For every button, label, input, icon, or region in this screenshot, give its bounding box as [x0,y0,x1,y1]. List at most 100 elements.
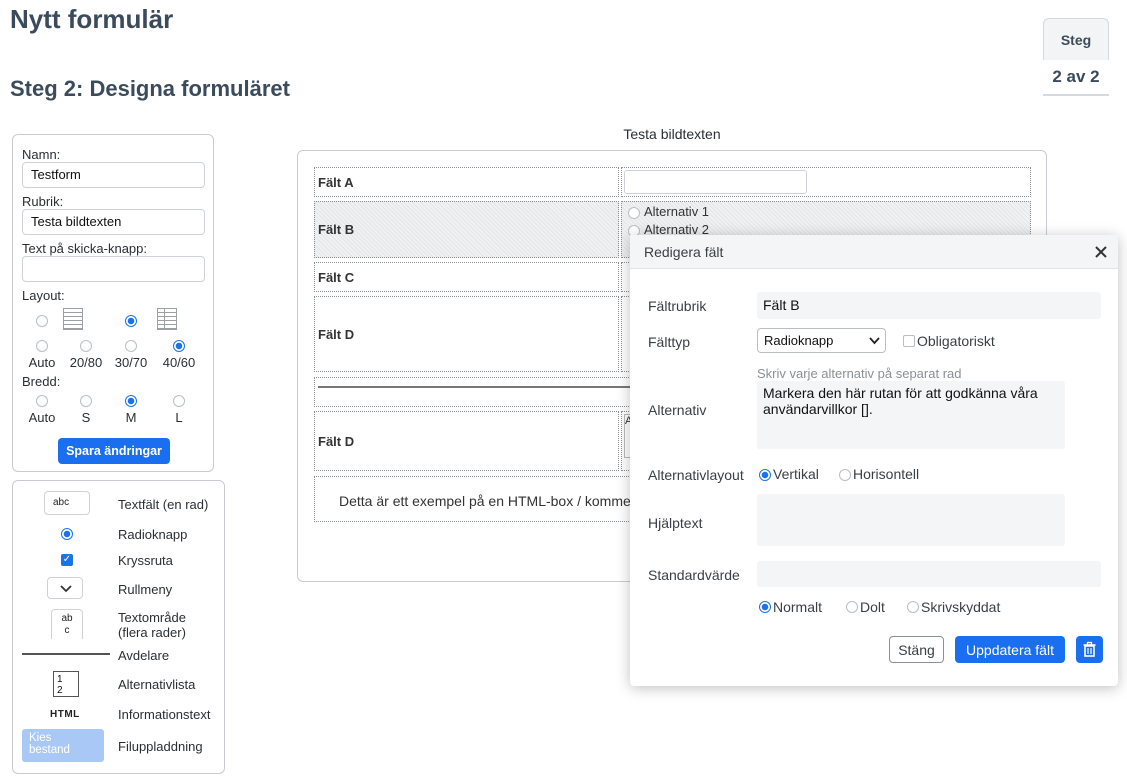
width-option-l: L [175,410,183,425]
list-sample-2: 2 [57,685,63,696]
trash-icon [1083,641,1096,657]
submit-text-label: Text på skicka-knapp: [22,241,148,256]
palette-item-file-upload[interactable]: Filuppladdning [118,739,203,754]
textarea-sample-line-1: ab [61,613,73,624]
save-changes-button[interactable]: Spara ändringar [58,438,170,464]
options-textarea[interactable]: Markera den här rutan för att godkänna v… [757,381,1065,449]
preview-field-a-cell [621,167,1031,197]
preview-b-option-1: Alternativ 1 [644,204,710,219]
preview-caption: Testa bildtexten [623,126,721,142]
layout-preview-radio-2[interactable] [125,315,137,327]
chevron-down-icon [60,585,72,593]
palette-item-info-text[interactable]: Informationstext [118,707,211,722]
html-icon[interactable]: HTML [50,709,80,720]
textarea-label-line-1: Textområde [118,610,186,625]
option-layout-label: Alternativlayout [648,467,744,483]
field-type-select[interactable]: Radioknapp [757,328,886,353]
layout-preview-radio-1[interactable] [36,315,48,327]
textarea-label-line-2: (flera rader) [118,625,186,640]
mode-radio-hidden[interactable] [846,601,858,613]
option-layout-vertical: Vertikal [773,466,819,482]
layout-radio-auto[interactable] [36,340,48,352]
palette-item-textarea[interactable]: Textområde (flera rader) [118,610,186,640]
option-layout-radio-vertical[interactable] [759,469,771,481]
textfield-icon[interactable]: abc [44,491,90,515]
options-hint: Skriv varje alternativ på separat rad [757,366,962,381]
help-text-textarea[interactable] [757,494,1065,546]
layout-option-40-60: 40/60 [162,355,196,370]
select-sample[interactable] [47,577,83,599]
width-option-m: M [125,410,137,425]
preview-field-a-input[interactable] [624,170,807,194]
upload-icon[interactable]: Kies bestand [22,729,104,762]
chevron-down-icon [869,337,880,345]
palette-item-checkbox[interactable]: Kryssruta [118,553,173,568]
divider-icon[interactable] [22,653,110,655]
default-value-label: Standardvärde [648,567,740,583]
layout-label: Layout: [22,288,65,303]
layout-option-30-70: 30/70 [114,355,148,370]
layout-radio-30-70[interactable] [125,340,137,352]
layout-columns-icon [157,308,177,330]
preview-field-d2-label[interactable]: Fält D [314,411,619,471]
required-checkbox[interactable] [903,335,915,347]
option-layout-horizontal: Horisontell [853,466,920,482]
form-settings-panel: Namn: Testform Rubrik: Testa bildtexten … [12,134,214,472]
mode-readonly-label: Skrivskyddat [921,599,1001,615]
upload-sample-line-1: Kies [29,732,52,744]
layout-radio-40-60[interactable] [173,340,185,352]
field-title-input[interactable]: Fält B [757,292,1101,319]
palette-item-textfield[interactable]: Textfält (en rad) [118,497,208,512]
rubric-input[interactable]: Testa bildtexten [22,209,205,235]
width-radio-m[interactable] [125,395,137,407]
required-label: Obligatoriskt [917,333,995,349]
default-value-input[interactable] [757,561,1101,587]
layout-option-20-80: 20/80 [69,355,103,370]
textarea-sample-line-2: c [64,625,70,636]
radio-icon[interactable] [61,528,73,540]
palette-item-select[interactable]: Rullmeny [118,582,172,597]
field-type-value: Radioknapp [764,333,834,348]
step-indicator-label: Steg [1043,18,1109,60]
preview-field-a-label[interactable]: Fält A [314,167,619,197]
close-icon[interactable] [1095,246,1107,258]
mode-radio-readonly[interactable] [907,601,919,613]
palette-item-radio[interactable]: Radioknapp [118,527,187,542]
rubric-label: Rubrik: [22,194,64,209]
mode-hidden-label: Dolt [860,599,885,615]
field-type-label: Fälttyp [648,334,691,350]
palette-item-option-list[interactable]: Alternativlista [118,677,195,692]
upload-sample-line-2: bestand [29,744,70,756]
width-radio-l[interactable] [173,395,185,407]
width-radio-auto[interactable] [36,395,48,407]
help-text-label: Hjälptext [648,515,703,531]
name-label: Namn: [22,147,61,162]
preview-field-b-label[interactable]: Fält B [314,201,619,258]
textarea-icon[interactable]: ab c [51,609,83,639]
list-icon[interactable]: 1 2 [53,671,79,697]
step-indicator-value: 2 av 2 [1043,60,1109,96]
checkbox-icon[interactable]: ✓ [61,554,73,566]
close-button[interactable]: Stäng [889,636,944,663]
preview-b-radio-1[interactable] [628,207,640,219]
palette-item-divider[interactable]: Avdelare [118,648,169,663]
mode-radio-normal[interactable] [759,601,771,613]
field-palette: abc Textfält (en rad) Radioknapp ✓ Kryss… [12,480,225,774]
preview-field-d-label[interactable]: Fält D [314,296,619,372]
delete-field-button[interactable] [1076,636,1103,663]
width-option-auto: Auto [28,410,56,425]
options-label: Alternativ [648,402,707,418]
layout-option-auto: Auto [28,355,56,370]
preview-field-c-label[interactable]: Fält C [314,262,619,292]
update-field-button[interactable]: Uppdatera fält [955,636,1065,663]
width-option-s: S [81,410,91,425]
layout-radio-20-80[interactable] [80,340,92,352]
step-heading: Steg 2: Designa formuläret [10,76,290,101]
page-title: Nytt formulär [10,4,174,34]
preview-html-text: Detta är ett exempel på en HTML-box / ko… [339,493,631,509]
name-input[interactable]: Testform [22,162,205,188]
option-layout-radio-horizontal[interactable] [839,469,851,481]
width-radio-s[interactable] [80,395,92,407]
list-sample-1: 1 [57,674,63,685]
submit-text-input[interactable] [22,256,205,282]
